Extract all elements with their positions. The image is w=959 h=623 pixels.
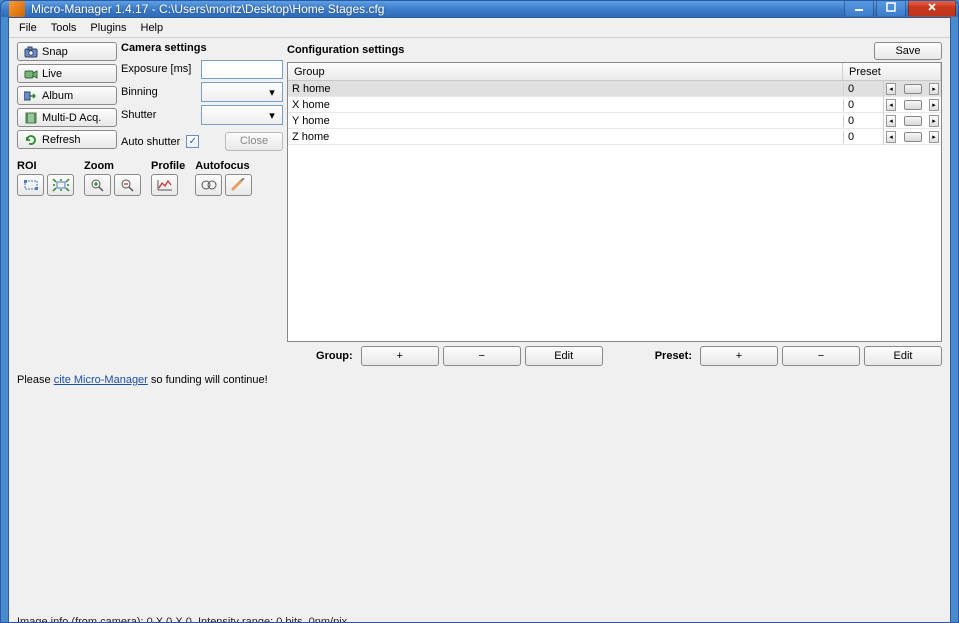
titlebar: Micro-Manager 1.4.17 - C:\Users\moritz\D… bbox=[1, 1, 958, 17]
shutter-label: Shutter bbox=[121, 109, 197, 121]
exposure-input[interactable] bbox=[201, 60, 283, 79]
slider-left-icon[interactable]: ◂ bbox=[886, 115, 896, 127]
snap-button[interactable]: Snap bbox=[17, 42, 117, 61]
autofocus-settings-button[interactable] bbox=[225, 174, 252, 196]
slider-thumb[interactable] bbox=[904, 84, 922, 94]
zoom-out-button[interactable] bbox=[114, 174, 141, 196]
minimize-button[interactable] bbox=[844, 0, 874, 17]
zoom-in-button[interactable] bbox=[84, 174, 111, 196]
cell-preset[interactable]: 0 bbox=[843, 115, 883, 127]
save-button[interactable]: Save bbox=[874, 42, 942, 60]
preset-slider[interactable]: ◂▸ bbox=[883, 113, 941, 129]
profile-button[interactable] bbox=[151, 174, 178, 196]
camera-heading: Camera settings bbox=[121, 42, 283, 54]
maximize-button[interactable] bbox=[876, 0, 906, 17]
preset-label: Preset: bbox=[655, 350, 692, 362]
preset-slider[interactable]: ◂▸ bbox=[883, 81, 941, 97]
zoom-heading: Zoom bbox=[84, 160, 141, 172]
shutter-combo[interactable]: ▾ bbox=[201, 105, 283, 125]
slider-right-icon[interactable]: ▸ bbox=[929, 83, 939, 95]
table-row[interactable]: X home0◂▸ bbox=[288, 97, 941, 113]
slider-left-icon[interactable]: ◂ bbox=[886, 83, 896, 95]
cell-group: Y home bbox=[288, 115, 843, 127]
roi-set-button[interactable] bbox=[17, 174, 44, 196]
window-title: Micro-Manager 1.4.17 - C:\Users\moritz\D… bbox=[31, 2, 844, 16]
cite-text: Please cite Micro-Manager so funding wil… bbox=[17, 374, 942, 386]
autofocus-button[interactable] bbox=[195, 174, 222, 196]
image-info: Image info (from camera): 0 X 0 X 0, Int… bbox=[17, 616, 942, 623]
album-button[interactable]: Album bbox=[17, 86, 117, 105]
preset-remove-button[interactable]: − bbox=[782, 346, 860, 366]
group-edit-button[interactable]: Edit bbox=[525, 346, 603, 366]
slider-thumb[interactable] bbox=[904, 100, 922, 110]
roi-full-button[interactable] bbox=[47, 174, 74, 196]
cell-group: Z home bbox=[288, 131, 843, 143]
preset-slider[interactable]: ◂▸ bbox=[883, 129, 941, 145]
slider-thumb[interactable] bbox=[904, 132, 922, 142]
cell-preset[interactable]: 0 bbox=[843, 99, 883, 111]
binning-combo[interactable]: ▾ bbox=[201, 82, 283, 102]
config-grid: Group Preset R home0◂▸X home0◂▸Y home0◂▸… bbox=[287, 62, 942, 342]
table-row[interactable]: Z home0◂▸ bbox=[288, 129, 941, 145]
table-row[interactable]: R home0◂▸ bbox=[288, 81, 941, 97]
close-shutter-button[interactable]: Close bbox=[225, 132, 283, 151]
client-area: File Tools Plugins Help Snap Live Album … bbox=[8, 17, 951, 623]
chevron-down-icon: ▾ bbox=[265, 85, 279, 99]
auto-shutter-checkbox[interactable] bbox=[186, 135, 199, 148]
table-row[interactable]: Y home0◂▸ bbox=[288, 113, 941, 129]
col-preset[interactable]: Preset bbox=[843, 63, 941, 80]
auto-shutter-label: Auto shutter bbox=[121, 136, 180, 148]
slider-right-icon[interactable]: ▸ bbox=[929, 115, 939, 127]
slider-thumb[interactable] bbox=[904, 116, 922, 126]
preset-slider[interactable]: ◂▸ bbox=[883, 97, 941, 113]
menu-file[interactable]: File bbox=[13, 20, 43, 36]
refresh-button[interactable]: Refresh bbox=[17, 130, 117, 149]
slider-left-icon[interactable]: ◂ bbox=[886, 131, 896, 143]
arrow-album-icon bbox=[24, 90, 38, 102]
multid-button[interactable]: Multi-D Acq. bbox=[17, 108, 117, 127]
binning-label: Binning bbox=[121, 86, 197, 98]
cite-link[interactable]: cite Micro-Manager bbox=[54, 374, 148, 386]
slider-right-icon[interactable]: ▸ bbox=[929, 99, 939, 111]
group-remove-button[interactable]: − bbox=[443, 346, 521, 366]
app-icon bbox=[9, 1, 25, 17]
preset-add-button[interactable]: + bbox=[700, 346, 778, 366]
app-window: Micro-Manager 1.4.17 - C:\Users\moritz\D… bbox=[0, 0, 959, 623]
group-label: Group: bbox=[316, 350, 353, 362]
cell-preset[interactable]: 0 bbox=[843, 131, 883, 143]
menu-tools[interactable]: Tools bbox=[45, 20, 83, 36]
menu-help[interactable]: Help bbox=[135, 20, 170, 36]
menubar: File Tools Plugins Help bbox=[9, 18, 950, 38]
group-add-button[interactable]: + bbox=[361, 346, 439, 366]
camera-icon bbox=[24, 46, 38, 58]
roi-heading: ROI bbox=[17, 160, 74, 172]
live-button[interactable]: Live bbox=[17, 64, 117, 83]
film-icon bbox=[24, 112, 38, 124]
slider-left-icon[interactable]: ◂ bbox=[886, 99, 896, 111]
cell-preset[interactable]: 0 bbox=[843, 83, 883, 95]
config-heading: Configuration settings bbox=[287, 44, 404, 56]
menu-plugins[interactable]: Plugins bbox=[84, 20, 132, 36]
cell-group: X home bbox=[288, 99, 843, 111]
camcorder-icon bbox=[24, 68, 38, 80]
profile-heading: Profile bbox=[151, 160, 185, 172]
slider-right-icon[interactable]: ▸ bbox=[929, 131, 939, 143]
chevron-down-icon: ▾ bbox=[265, 108, 279, 122]
refresh-icon bbox=[24, 134, 38, 146]
preset-edit-button[interactable]: Edit bbox=[864, 346, 942, 366]
col-group[interactable]: Group bbox=[288, 63, 843, 80]
close-button[interactable] bbox=[908, 0, 956, 17]
autofocus-heading: Autofocus bbox=[195, 160, 252, 172]
cell-group: R home bbox=[288, 83, 843, 95]
exposure-label: Exposure [ms] bbox=[121, 63, 197, 75]
